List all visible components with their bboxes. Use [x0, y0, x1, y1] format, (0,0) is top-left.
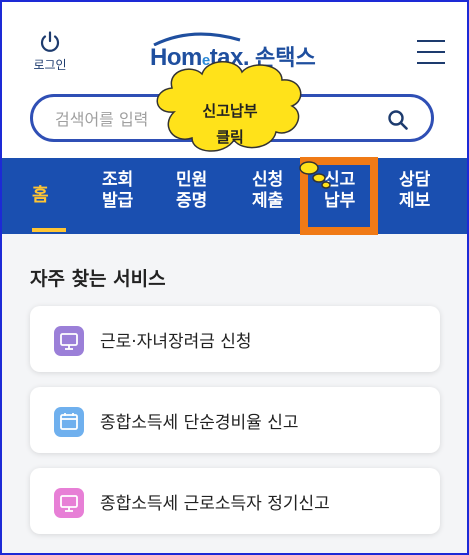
service-label: 근로·자녀장려금 신청: [100, 332, 252, 352]
callout-text-2: 클릭: [216, 128, 244, 146]
service-card[interactable]: 종합소득세 단순경비율 신고: [30, 387, 440, 453]
active-tab-indicator: [32, 228, 66, 232]
callout-text-1: 신고납부: [202, 102, 258, 120]
service-card[interactable]: 종합소득세 근로소득자 정기신고: [30, 468, 440, 534]
monitor-icon: [54, 488, 84, 518]
monitor-icon: [54, 326, 84, 356]
app-frame: 로그인 Hometax.손택스 홈 조회발급 민원증명: [0, 0, 469, 555]
section-title: 자주 찾는 서비스: [30, 268, 166, 290]
service-card[interactable]: 근로·자녀장려금 신청: [30, 306, 440, 372]
service-label: 종합소득세 근로소득자 정기신고: [100, 494, 330, 514]
service-label: 종합소득세 단순경비율 신고: [100, 413, 299, 433]
calendar-icon: [54, 407, 84, 437]
